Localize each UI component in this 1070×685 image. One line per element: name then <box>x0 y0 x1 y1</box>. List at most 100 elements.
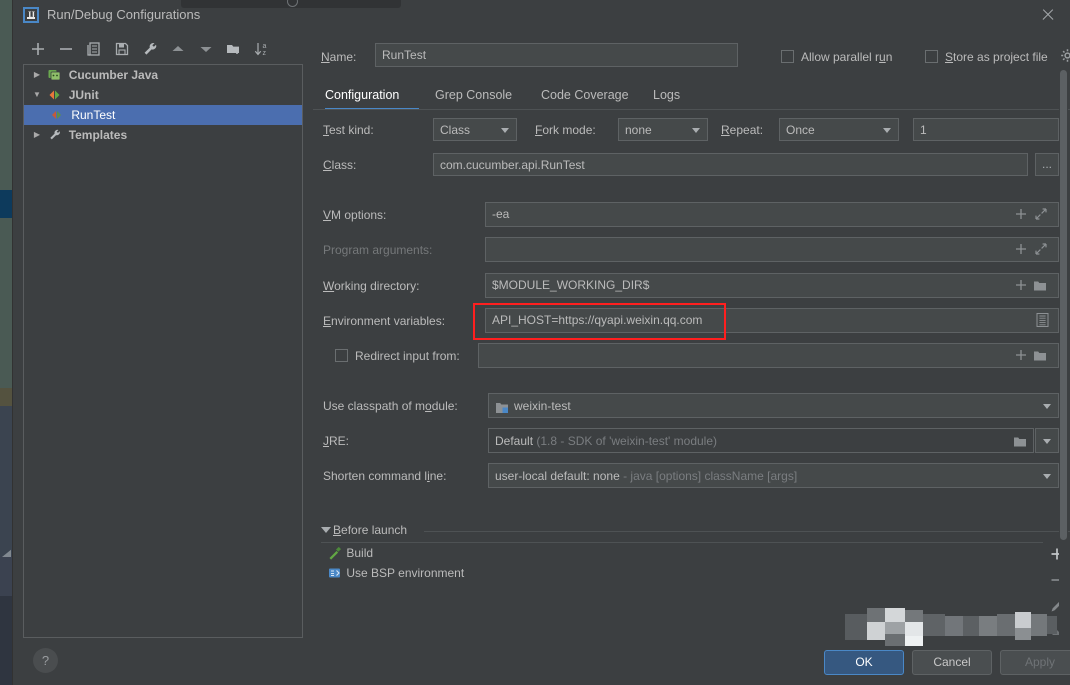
cancel-button[interactable]: Cancel <box>912 650 992 675</box>
before-launch-header[interactable]: Before launch <box>321 523 1070 539</box>
insert-macro-icon[interactable] <box>1015 208 1027 223</box>
gear-icon[interactable] <box>1060 48 1070 66</box>
sort-button[interactable]: az <box>251 38 273 60</box>
insert-macro-icon[interactable] <box>1015 243 1027 258</box>
expand-editor-icon[interactable] <box>1035 243 1047 258</box>
tab-code-coverage[interactable]: Code Coverage <box>541 82 629 108</box>
editor-selection-segment <box>0 190 12 218</box>
tree-item-junit[interactable]: ▼ JUnit <box>24 85 302 105</box>
close-icon[interactable] <box>1039 6 1057 24</box>
chevron-down-icon <box>1043 473 1051 479</box>
jre-label: JRE: <box>323 434 350 448</box>
working-directory-input[interactable]: $MODULE_WORKING_DIR$ <box>485 273 1059 298</box>
dialog-title: Run/Debug Configurations <box>47 7 201 22</box>
intellij-idea-logo-icon: IJ <box>23 7 39 23</box>
before-launch-item-build[interactable]: Build <box>321 543 1043 563</box>
ok-button[interactable]: OK <box>824 650 904 675</box>
editor-background-segment <box>0 218 12 388</box>
browse-folder-icon[interactable] <box>1033 349 1048 365</box>
edit-templates-button[interactable] <box>139 38 161 60</box>
module-icon <box>495 399 510 417</box>
wrench-icon <box>47 125 62 145</box>
configurations-tree[interactable]: ▶ Cucumber Java ▼ JUnit RunTest ▶ Templa… <box>23 64 303 638</box>
jre-dropdown-button[interactable] <box>1035 428 1059 453</box>
configuration-tabs: Configuration Grep Console Code Coverage… <box>313 82 1070 112</box>
browse-folder-icon[interactable] <box>1013 435 1028 451</box>
use-classpath-label: Use classpath of module: <box>323 399 458 413</box>
editor-background-segment <box>0 0 12 190</box>
expand-editor-icon[interactable] <box>1035 208 1047 223</box>
repeat-select[interactable]: Once <box>779 118 899 141</box>
chevron-down-icon <box>883 127 891 133</box>
tree-item-label: Templates <box>68 128 128 142</box>
redacted-region <box>845 606 1057 648</box>
redirect-input-checkbox[interactable] <box>335 349 348 362</box>
class-browse-button[interactable]: ... <box>1035 153 1059 176</box>
copy-configuration-button[interactable] <box>83 38 105 60</box>
insert-macro-icon[interactable] <box>1015 349 1027 364</box>
chevron-down-icon[interactable]: ▼ <box>30 85 44 105</box>
environment-variables-field[interactable]: API_HOST=https://qyapi.weixin.qq.com <box>485 308 1059 333</box>
tree-item-runtest[interactable]: RunTest <box>24 105 302 125</box>
content-scrollbar[interactable] <box>1059 70 1068 636</box>
tree-item-label: RunTest <box>71 108 116 122</box>
use-classpath-select[interactable]: weixin-test <box>488 393 1059 418</box>
chevron-down-icon[interactable] <box>321 527 331 533</box>
tab-grep-console[interactable]: Grep Console <box>435 82 512 108</box>
redirect-input-label: Redirect input from: <box>355 349 460 363</box>
shorten-command-line-hint: - java [options] className [args] <box>623 469 798 483</box>
vm-options-input[interactable]: -ea <box>485 202 1059 227</box>
move-up-button[interactable] <box>167 38 189 60</box>
program-arguments-input[interactable] <box>485 237 1059 262</box>
store-as-project-file-label: Store as project file <box>945 50 1048 64</box>
class-input[interactable]: com.cucumber.api.RunTest <box>433 153 1028 176</box>
redirect-input-field[interactable] <box>478 343 1059 368</box>
tab-configuration[interactable]: Configuration <box>325 82 399 108</box>
shorten-command-line-label: Shorten command line: <box>323 469 447 483</box>
tree-item-templates[interactable]: ▶ Templates <box>24 125 302 145</box>
before-launch-item-bsp[interactable]: Use BSP environment <box>321 563 1043 583</box>
apply-button: Apply <box>1000 650 1070 675</box>
add-configuration-button[interactable] <box>27 38 49 60</box>
test-kind-label: Test kind: <box>323 123 374 137</box>
editor-highlight-segment <box>0 388 12 406</box>
tree-item-cucumber-java[interactable]: ▶ Cucumber Java <box>24 65 302 85</box>
fork-mode-label: Fork mode: <box>535 123 596 137</box>
chevron-down-icon <box>1043 438 1051 444</box>
vm-options-label: VM options: <box>323 208 387 222</box>
editor-background-segment <box>0 556 12 596</box>
test-kind-select[interactable]: Class <box>433 118 517 141</box>
before-launch-item-label: Use BSP environment <box>346 566 465 580</box>
use-classpath-value: weixin-test <box>514 399 571 413</box>
allow-parallel-run-checkbox[interactable] <box>781 50 794 63</box>
chevron-right-icon[interactable]: ▶ <box>30 65 44 85</box>
tab-separator <box>313 109 1070 110</box>
shorten-command-line-select[interactable]: user-local default: none - java [options… <box>488 463 1059 488</box>
browse-folder-icon[interactable] <box>1033 279 1048 295</box>
tree-item-label: Cucumber Java <box>68 68 159 82</box>
junit-icon <box>47 85 62 105</box>
class-label: Class: <box>323 158 357 172</box>
dialog-title-bar: IJ Run/Debug Configurations <box>13 0 1070 30</box>
move-down-button[interactable] <box>195 38 217 60</box>
store-as-project-file-checkbox[interactable] <box>925 50 938 63</box>
chevron-right-icon[interactable]: ▶ <box>30 125 44 145</box>
new-folder-button[interactable] <box>223 38 245 60</box>
fork-mode-value: none <box>625 123 652 137</box>
tab-logs[interactable]: Logs <box>653 82 680 108</box>
build-hammer-icon <box>327 543 343 563</box>
edit-environment-variables-icon[interactable] <box>1036 313 1049 330</box>
remove-configuration-button[interactable] <box>55 38 77 60</box>
jre-field[interactable]: Default (1.8 - SDK of 'weixin-test' modu… <box>488 428 1034 453</box>
name-input[interactable]: RunTest <box>375 43 738 67</box>
repeat-count-input[interactable]: 1 <box>913 118 1059 141</box>
shorten-command-line-value: user-local default: none <box>495 469 620 483</box>
chevron-down-icon <box>1043 403 1051 409</box>
chevron-down-icon <box>501 127 509 133</box>
configurations-toolbar: az <box>27 38 303 64</box>
tree-item-label: JUnit <box>68 88 99 102</box>
scrollbar-thumb[interactable] <box>1060 70 1067 540</box>
fork-mode-select[interactable]: none <box>618 118 708 141</box>
insert-macro-icon[interactable] <box>1015 279 1027 294</box>
save-configuration-button[interactable] <box>111 38 133 60</box>
